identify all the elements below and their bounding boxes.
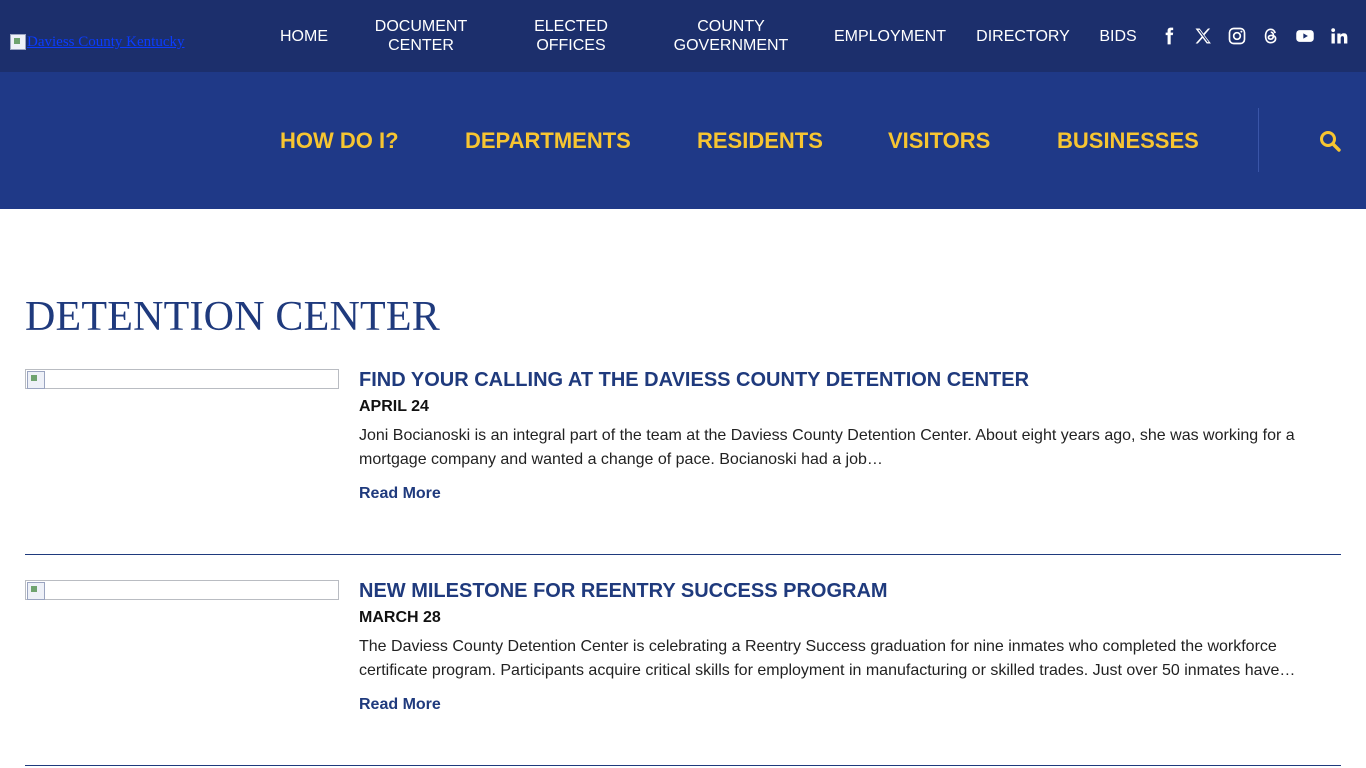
top-nav-home[interactable]: HOME: [270, 0, 338, 72]
article-excerpt: Joni Bocianoski is an integral part of t…: [359, 427, 1295, 468]
linkedin-icon[interactable]: [1328, 25, 1350, 47]
top-nav-directory[interactable]: DIRECTORY: [970, 0, 1076, 72]
site-logo-link[interactable]: Daviess County Kentucky: [10, 34, 184, 51]
article-title-link[interactable]: FIND YOUR CALLING AT THE DAVIESS COUNTY …: [359, 369, 1029, 392]
article-card: FIND YOUR CALLING AT THE DAVIESS COUNTY …: [25, 369, 1341, 519]
main-nav-how-do-i[interactable]: HOW DO I?: [280, 72, 399, 209]
top-bar: Daviess County Kentucky HOME DOCUMENT CE…: [0, 0, 1366, 72]
main-nav: HOW DO I? DEPARTMENTS RESIDENTS VISITORS…: [0, 72, 1366, 209]
article-date: MARCH 28: [359, 609, 441, 626]
broken-image-icon: [10, 34, 26, 50]
nav-divider: [1258, 108, 1259, 172]
logo-alt-text: Daviess County Kentucky: [27, 34, 185, 50]
article-thumbnail[interactable]: [25, 580, 339, 600]
page-title: DETENTION CENTER: [25, 294, 440, 340]
top-nav-document-center[interactable]: DOCUMENT CENTER: [366, 0, 476, 72]
x-twitter-icon[interactable]: [1192, 25, 1214, 47]
instagram-icon[interactable]: [1226, 25, 1248, 47]
top-nav-county-government[interactable]: COUNTY GOVERNMENT: [666, 0, 796, 72]
article-excerpt: The Daviess County Detention Center is c…: [359, 638, 1296, 679]
main-nav-visitors[interactable]: VISITORS: [888, 72, 990, 209]
read-more-link[interactable]: Read More: [359, 696, 441, 714]
top-nav-employment[interactable]: EMPLOYMENT: [830, 0, 950, 72]
article-card: NEW MILESTONE FOR REENTRY SUCCESS PROGRA…: [25, 580, 1341, 730]
article-date: APRIL 24: [359, 398, 429, 415]
article-title-link[interactable]: NEW MILESTONE FOR REENTRY SUCCESS PROGRA…: [359, 580, 888, 603]
top-nav-bids[interactable]: BIDS: [1094, 0, 1142, 72]
divider-line: [25, 765, 1341, 766]
youtube-icon[interactable]: [1294, 25, 1316, 47]
search-icon[interactable]: [1316, 127, 1344, 155]
top-nav-elected-offices[interactable]: ELECTED OFFICES: [516, 0, 626, 72]
facebook-icon[interactable]: [1158, 25, 1180, 47]
main-nav-departments[interactable]: DEPARTMENTS: [465, 72, 631, 209]
divider-line: [25, 554, 1341, 555]
read-more-link[interactable]: Read More: [359, 485, 441, 503]
threads-icon[interactable]: [1260, 25, 1282, 47]
main-nav-residents[interactable]: RESIDENTS: [697, 72, 823, 209]
article-thumbnail[interactable]: [25, 369, 339, 389]
main-nav-businesses[interactable]: BUSINESSES: [1057, 72, 1199, 209]
